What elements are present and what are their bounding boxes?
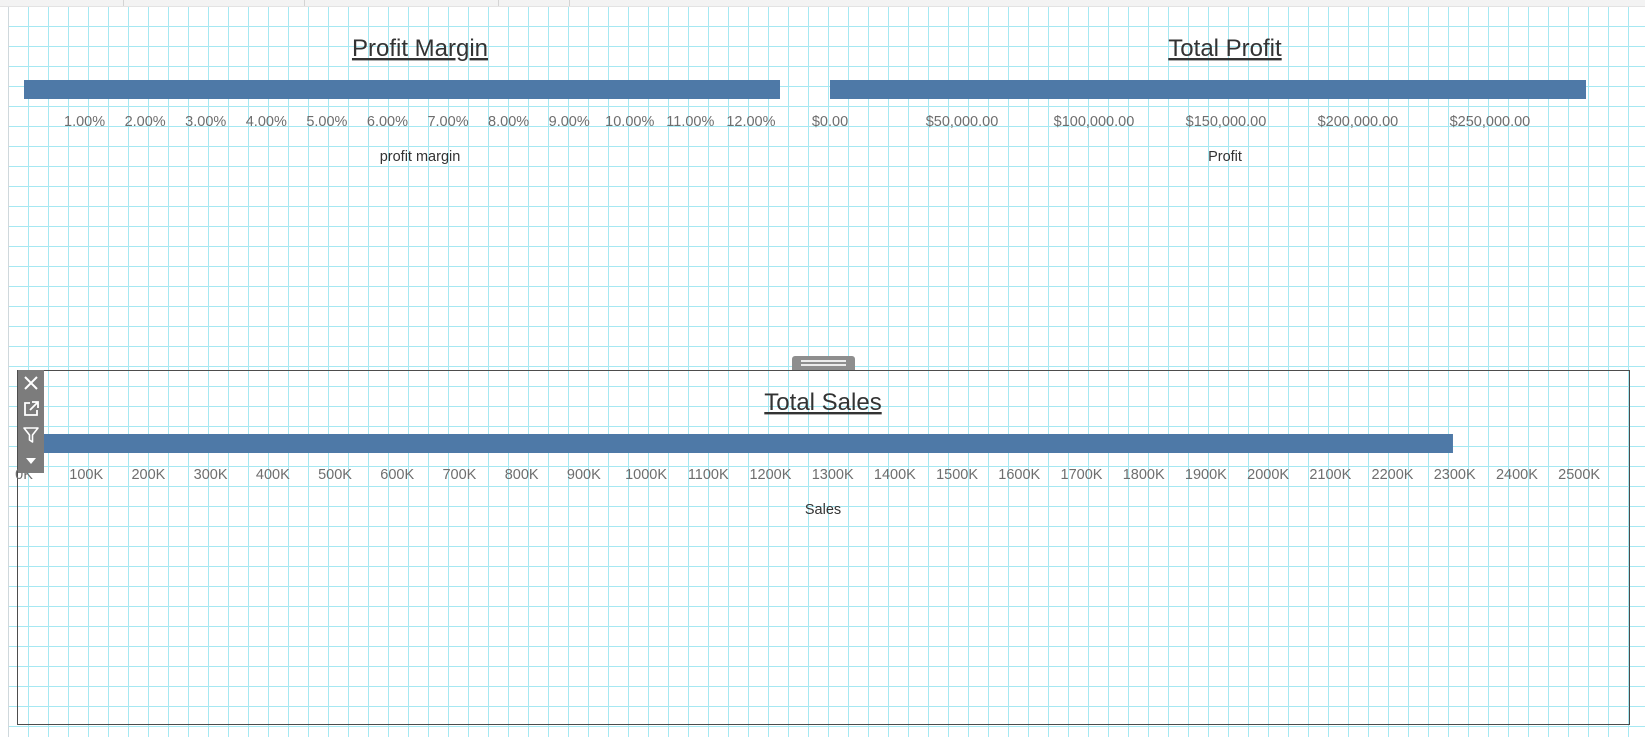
external-link-icon <box>24 401 39 416</box>
remove-button[interactable] <box>18 370 44 396</box>
more-options-button[interactable] <box>18 448 44 474</box>
go-to-sheet-button[interactable] <box>18 396 44 422</box>
use-as-filter-button[interactable] <box>18 422 44 448</box>
strip-divider <box>569 0 570 6</box>
sheet-toolbar <box>18 370 44 473</box>
strip-divider <box>304 0 305 6</box>
resize-handle[interactable] <box>792 356 855 370</box>
top-strip <box>0 0 1645 7</box>
filter-icon <box>23 427 39 443</box>
caret-down-icon <box>26 458 36 464</box>
sales-sheet-container[interactable] <box>17 370 1630 725</box>
strip-divider <box>123 0 124 6</box>
strip-divider <box>498 0 499 6</box>
close-icon <box>24 376 38 390</box>
